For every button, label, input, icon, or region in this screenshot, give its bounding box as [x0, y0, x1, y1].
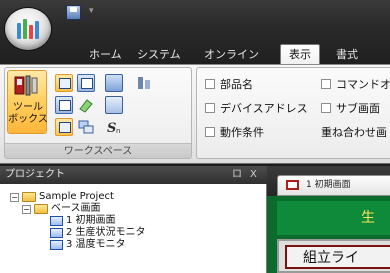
screen-icon [50, 216, 63, 226]
toolbox-icon [14, 75, 38, 96]
checkbox-label: デバイスアドレス [220, 102, 308, 115]
tab-format[interactable]: 書式 [336, 46, 358, 64]
screen-icon [50, 240, 63, 250]
checkbox-sub-screen[interactable]: サブ画面 [321, 100, 380, 116]
checkbox[interactable] [205, 79, 215, 89]
save-icon[interactable] [66, 5, 81, 20]
ribbon-panel: ツール ボックス Sn ワークスペース 部品名 デバイスアドレス 動作条件 コマ… [0, 64, 390, 164]
grid-icon[interactable] [105, 96, 123, 114]
tree-item-label: 2 生産状況モニタ [66, 227, 146, 238]
workspace-group-label: ワークスペース [5, 143, 191, 158]
tab-home[interactable]: ホーム [89, 46, 122, 64]
tree-item-base-screens[interactable]: − ベース画面 [22, 203, 101, 215]
assembly-line-label: 組立ライ [303, 250, 359, 266]
tab-screen-1[interactable]: 1 初期画面 [277, 175, 390, 196]
checkbox[interactable] [321, 79, 331, 89]
checkbox-label: サブ画面 [336, 102, 380, 115]
application-menu-button[interactable] [5, 8, 51, 50]
toolbox-label-line2: ボックス [8, 114, 48, 125]
assembly-line-button[interactable]: 組立ライ [285, 245, 390, 269]
checkbox-part-name[interactable]: 部品名 [205, 76, 253, 92]
folder-icon [34, 204, 48, 214]
checkbox[interactable] [205, 127, 215, 137]
tree-item-screen[interactable]: 2 生産状況モニタ [50, 227, 146, 239]
script-icon[interactable]: Sn [105, 118, 123, 136]
project-pane-header: プロジェクト ロ X [0, 166, 267, 184]
tree-item-root[interactable]: − Sample Project [10, 191, 114, 203]
tree-item-screen[interactable]: 3 温度モニタ [50, 239, 126, 251]
window-split-icon[interactable] [77, 74, 95, 92]
folder-icon [22, 192, 36, 202]
toolbox-label-line1: ツール [13, 102, 43, 113]
workspace-group: ツール ボックス Sn ワークスペース [4, 67, 192, 159]
cascade-icon[interactable] [77, 118, 95, 136]
align-icon[interactable] [135, 74, 153, 92]
tab-system[interactable]: システム [137, 46, 181, 64]
document-tab-bar: 1 初期画面 [267, 166, 390, 196]
tree-item-label: 3 温度モニタ [66, 239, 126, 250]
checkbox-command[interactable]: コマンドオ [321, 76, 390, 92]
window-list-icon[interactable] [55, 96, 73, 114]
collapse-icon[interactable]: − [10, 192, 19, 202]
svg-text:S: S [107, 121, 116, 136]
pin-icon[interactable]: ロ [232, 166, 242, 184]
screen-list-icon[interactable] [105, 74, 123, 92]
ribbon-title-bar: ▾ ホーム システム オンライン 表示 書式 [0, 0, 390, 65]
tree-item-label: Sample Project [39, 191, 114, 202]
screen-title-banner[interactable]: 生 [277, 201, 390, 235]
screen-small-icon[interactable] [55, 118, 73, 136]
tab-online[interactable]: オンライン [204, 46, 259, 64]
tree-item-label: 1 初期画面 [66, 215, 116, 226]
checkbox-operating-condition[interactable]: 動作条件 [205, 124, 264, 140]
tab-view[interactable]: 表示 [280, 44, 320, 65]
checkbox-label: 部品名 [220, 78, 253, 91]
overlay-screen-label: 重ね合わせ画 [321, 126, 387, 139]
checkbox[interactable] [205, 103, 215, 113]
overlay-screen-option[interactable]: 重ね合わせ画 [321, 124, 387, 140]
collapse-icon[interactable]: − [22, 204, 31, 214]
checkbox-label: 動作条件 [220, 126, 264, 139]
toolbox-button[interactable]: ツール ボックス [7, 70, 48, 134]
quick-access-customize-icon[interactable]: ▾ [89, 6, 94, 16]
screen-icon [50, 228, 63, 238]
checkbox-label: コマンドオ [336, 78, 390, 91]
app-logo-icon [17, 19, 39, 39]
tree-item-label: ベース画面 [51, 203, 101, 214]
tree-item-screen[interactable]: 1 初期画面 [50, 215, 116, 227]
checkbox[interactable] [321, 103, 331, 113]
eraser-icon[interactable] [77, 96, 95, 114]
window-layout-icon[interactable] [55, 74, 73, 92]
screen-tab-icon [286, 180, 299, 190]
project-tree: − Sample Project − ベース画面 1 初期画面 2 生産状況モニ… [0, 184, 267, 273]
svg-text:n: n [116, 127, 120, 135]
checkbox-device-address[interactable]: デバイスアドレス [205, 100, 308, 116]
project-pane-title: プロジェクト [5, 169, 65, 180]
screen-panel[interactable]: 組立ライ [277, 239, 390, 273]
close-icon[interactable]: X [250, 166, 257, 184]
display-group: 部品名 デバイスアドレス 動作条件 コマンドオ サブ画面 重ね合わせ画 [196, 67, 390, 159]
screen-canvas[interactable]: 生 組立ライ [267, 196, 390, 273]
tab-label: 1 初期画面 [306, 180, 351, 190]
screen-title-text: 生 [361, 210, 375, 226]
